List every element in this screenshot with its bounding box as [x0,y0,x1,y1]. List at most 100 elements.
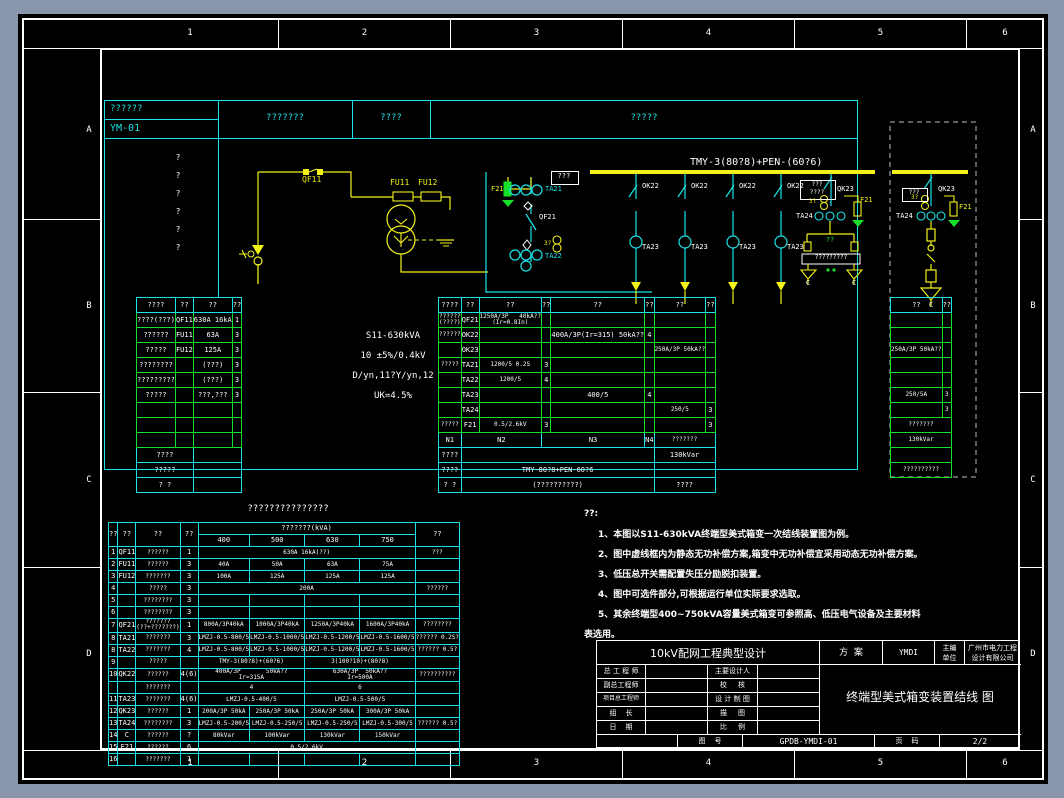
hv-cell: (???) [192,372,233,388]
mat-cell-no: 11 [107,693,119,707]
lv-cabinet-cell: ??????? [653,432,716,448]
mat-cell-c400 [197,606,251,619]
lv-footer-cell: ???? [438,462,462,478]
lv-qty3-cell [705,357,716,373]
mat-cell-qty: ? [179,729,199,743]
lv-qty2-cell [644,357,655,373]
right-cell: 250/5A [890,387,943,403]
right-cell: 250A/3P 50kA?? [890,342,943,358]
lv-qty3-cell [705,327,716,343]
mat-cell-no: 9 [107,655,119,669]
hv-header-cell: ?? [174,297,194,313]
tb-mid-label-2: 设 计 制 图 [715,695,750,703]
lv-qty1-cell [540,312,552,328]
mat-cell-no: 10 [107,667,119,683]
hv-cell: QF11 [174,312,194,328]
table-row: 2 FU11?????? 3 40A 50A 63A 75A [107,558,461,571]
mat-cell-qty: 3 [179,558,199,571]
right-footer-cell [889,447,953,463]
mat-cell-remark [414,606,461,619]
ta24-label: TA24 [796,212,813,220]
mat-cell-c750: LMZJ-0.5-1600/5 [359,643,416,657]
mat-cell-no: 12 [107,705,119,719]
mat-cell-c750: 300A/3P 50kA [359,705,416,719]
mat-cell-c400: LMZJ-0.5-200/5 [197,717,251,731]
mat-cell-qty: 4(6) [179,693,199,707]
mat-cell-c400: 80kVar [197,729,251,743]
ta22-label: TA22 [545,252,562,260]
mat-cell-name: ????? [135,655,181,669]
tb-left-v3 [757,664,758,734]
hv-cell [174,357,194,373]
lv-val2-cell: 400A/3P(Ir=315) 50kA?? [550,327,646,343]
lv-footer-cell: ? ? [438,477,462,493]
lv-code-cell: TA22 [460,372,480,388]
lv-qty2-cell: 4 [644,327,655,343]
right-cell [941,342,953,358]
tb-scheme-value: YMDI [898,648,919,657]
mat-cell-qty: 1 [179,618,199,633]
transformer-line-0: S11-630kVA [365,331,421,341]
lv-name-cell [438,387,462,403]
mat-cell-code [117,753,137,767]
mat-cell-name: ??????? [135,693,181,707]
lv-code-cell: TA23 [460,387,480,403]
table-row: ?????????????????? [438,297,716,313]
mat-cell-c400: 100A [197,570,251,583]
fu11-label: FU11 [390,178,410,187]
table-row: ?????????? [889,462,953,478]
table-row: ????? [136,462,243,478]
mat-cell-no: 4 [107,582,119,595]
mat-header-qty: ?? [179,522,199,547]
tb-scheme-label: 方 案 [839,648,863,658]
mat-cell-remark: ?????? 0.2S? [414,631,461,645]
lv-qty1-cell [540,402,552,418]
qf21-label: QF21 [539,213,556,221]
mat-cell-name: ???????? [135,606,181,619]
lv-name-cell [438,342,462,358]
right-footer-cell: 130kVar [889,432,953,448]
table-row: 14 C??????? 80kVar 100kVar 130kVar 150kVar [107,729,461,743]
hv-cell: 630A 16kA [192,312,233,328]
lv-val3-cell: 250/5 [653,402,707,418]
lv-cabinet-cell: N2 [460,432,542,448]
lv-val1-cell [478,387,542,403]
comp-cap-label-right: C [851,279,857,287]
lv-val2-cell [550,402,646,418]
lv-code-cell: TA24 [460,402,480,418]
mat-cell-no [107,681,119,695]
mat-cell-code: FU11 [117,558,137,571]
tb-left-v1 [645,664,646,734]
hv-cell: ????(???) [136,312,176,328]
mat-cell-code: QK23 [117,705,137,719]
mat-cell-c750 [359,606,416,619]
lv-val1-cell [478,402,542,418]
mat-cell-remark: ?????????? [414,667,461,683]
mat-cell-c500 [249,753,306,767]
mat-cell-c500: 1000A/3P40kA [249,618,306,633]
mat-cell-code [117,582,137,595]
mat-cell-c500: LMZJ-0.5-1000/5 [249,643,306,657]
mat-cell-remark [414,729,461,743]
table-row [136,432,243,448]
mat-cell-c750 [359,594,416,607]
table-row: ????? F21 0.5/2.6kV 3 3 [438,417,716,433]
notes-item-4: 5、其余终端型400~750kVA容量美式箱变可参照高、低压电气设备及主要材料 [598,610,921,620]
mat-cell-c500 [249,606,306,619]
table-row [890,357,953,373]
mat-cell-no: 8 [107,631,119,645]
mat-cell-name: ?????? [135,741,181,755]
mat-cell-name: ?????? [135,729,181,743]
mat-cell-qty: 3 [179,606,199,619]
mat-cell-qty: 6 [179,741,199,755]
lv-cabinet-cell: N4 [644,432,655,448]
hv-cell [192,417,233,433]
mat-header-code: ?? [117,522,137,547]
mat-cell-code: QF21 [117,618,137,633]
hv-cell [231,402,243,418]
transformer-line-2: D/yn,11?Y/yn,12 [352,371,434,381]
mat-cell-c400 [197,594,251,607]
hv-cell: ???,??? [192,387,233,403]
hv-cell [231,417,243,433]
lv-header-cell: ?? [550,297,646,313]
